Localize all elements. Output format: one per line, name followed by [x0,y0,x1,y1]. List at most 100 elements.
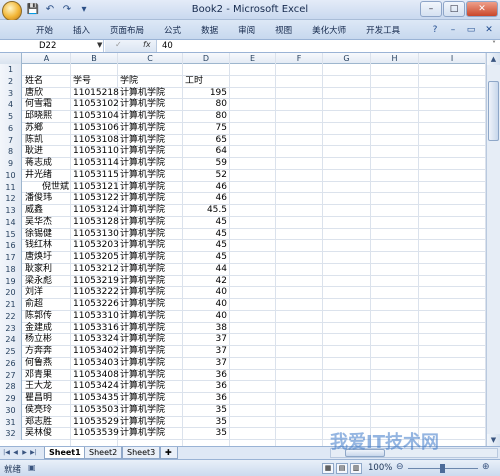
cell-d[interactable]: 45.5 [183,205,229,217]
column-header-a[interactable]: A [23,53,71,64]
cell-b[interactable]: 11053110 [71,146,119,158]
cell-b[interactable]: 11053102 [71,99,119,111]
cell-b[interactable]: 11053106 [71,123,119,135]
cell-a[interactable]: 邱晓熙 [23,111,52,123]
cell-b[interactable]: 11053128 [71,217,119,229]
cell-c[interactable]: 计算机学院 [118,193,165,205]
cell-b[interactable]: 11053122 [71,193,119,205]
cell-d[interactable]: 44 [183,264,229,276]
row-header[interactable]: 19 [0,275,22,288]
row-header[interactable]: 5 [0,111,22,123]
cell-c[interactable]: 计算机学院 [118,158,165,170]
cell-b[interactable] [71,64,73,76]
zoom-out-icon[interactable]: ⊖ [396,462,404,472]
row-header[interactable]: 6 [0,122,22,135]
cell-d[interactable]: 36 [183,370,229,382]
cell-d[interactable]: 40 [183,311,229,323]
row-header[interactable]: 26 [0,357,22,370]
cell-b[interactable]: 11053222 [71,287,119,299]
cell-d[interactable]: 37 [183,358,229,370]
column-header-g[interactable]: G [323,53,371,64]
cell-b[interactable]: 11053205 [71,252,119,264]
cell-b[interactable]: 11053435 [71,393,119,405]
cell-c[interactable] [118,64,120,76]
cell-d[interactable]: 195 [183,88,229,100]
column-header-d[interactable]: D [183,53,230,64]
cell-c[interactable]: 计算机学院 [118,135,165,147]
cell-b[interactable]: 11053203 [71,240,119,252]
cell-d[interactable] [183,64,229,76]
column-header-i[interactable]: I [419,53,486,64]
cell-a[interactable]: 倪世斌 [40,182,69,194]
cell-d[interactable]: 35 [183,405,229,417]
column-header-e[interactable]: E [230,53,276,64]
cell-d[interactable]: 80 [183,99,229,111]
column-header-f[interactable]: F [276,53,323,64]
cell-d[interactable]: 40 [183,287,229,299]
cell-b[interactable]: 11053539 [71,428,119,440]
chevron-down-icon[interactable]: ▼ [97,41,102,49]
minimize-button[interactable]: – [420,1,442,17]
cell-a[interactable]: 吴林俊 [23,428,52,440]
cell-b[interactable]: 11053130 [71,229,119,241]
zoom-level[interactable]: 100% [368,463,392,473]
page-break-view-icon[interactable]: ▥ [350,463,362,474]
cell-d[interactable]: 80 [183,111,229,123]
cell-d[interactable]: 38 [183,323,229,335]
row-header[interactable]: 31 [0,416,22,429]
cell-d[interactable]: 52 [183,170,229,182]
formula-cancel-icon[interactable]: ✓ [115,40,122,49]
page-layout-view-icon[interactable]: ▤ [336,463,348,474]
row-header[interactable]: 24 [0,334,22,346]
row-header[interactable]: 21 [0,299,22,311]
first-sheet-icon[interactable]: |◀ [2,448,11,458]
cell-c[interactable]: 计算机学院 [118,111,165,123]
worksheet-grid[interactable]: ABCDEFGHI 1 2 姓名 学号 学院 工时 3 唐欣 11015218 计算机学院 195 4… [0,53,486,446]
cell-a[interactable]: 耿进 [23,146,43,158]
cell-a[interactable]: 邓青果 [23,370,52,382]
cell-c[interactable]: 学院 [118,76,138,88]
help-icon[interactable]: ? [428,23,442,37]
ribbon-tab-3[interactable]: 页面布局 [100,23,154,39]
cell-a[interactable]: 耿家利 [23,264,52,276]
row-header[interactable]: 29 [0,393,22,405]
cell-d[interactable]: 65 [183,135,229,147]
cell-c[interactable]: 计算机学院 [118,146,165,158]
cell-c[interactable]: 计算机学院 [118,334,165,346]
cell-b[interactable]: 11053503 [71,405,119,417]
cell-c[interactable]: 计算机学院 [118,229,165,241]
cell-d[interactable]: 36 [183,393,229,405]
cell-a[interactable]: 苏鄉 [23,123,43,135]
cell-a[interactable]: 陈郭传 [23,311,52,323]
cell-d[interactable]: 64 [183,146,229,158]
row-header[interactable]: 15 [0,228,22,241]
cell-d[interactable]: 35 [183,428,229,440]
insert-sheet-icon[interactable]: ✚ [160,447,178,459]
ribbon-tab-7[interactable]: 视图 [265,23,302,39]
cell-c[interactable]: 计算机学院 [118,205,165,217]
cell-b[interactable]: 11015218 [71,88,119,100]
ribbon-tab-9[interactable]: 开发工具 [356,23,410,39]
row-header[interactable]: 3 [0,87,22,100]
row-header[interactable]: 9 [0,158,22,170]
workbook-restore-button[interactable]: ▭ [464,23,478,37]
cell-d[interactable]: 75 [183,123,229,135]
cell-a[interactable]: 王大龙 [23,381,52,393]
cell-d[interactable]: 59 [183,158,229,170]
cell-d[interactable]: 45 [183,229,229,241]
cell-d[interactable]: 42 [183,276,229,288]
cell-a[interactable]: 威鑫 [23,205,43,217]
ribbon-tab-5[interactable]: 数据 [191,23,228,39]
close-button[interactable]: ✕ [466,1,498,17]
cell-c[interactable]: 计算机学院 [118,123,165,135]
cell-c[interactable]: 计算机学院 [118,276,165,288]
row-header[interactable]: 1 [0,64,22,76]
cell-a[interactable]: 刘洋 [23,287,43,299]
cell-b[interactable]: 11053219 [71,276,119,288]
row-header[interactable]: 2 [0,75,22,88]
cell-a[interactable]: 井光绪 [23,170,52,182]
cell-d[interactable]: 35 [183,417,229,429]
cell-a[interactable]: 何鲁燕 [23,358,52,370]
vertical-scrollbar[interactable]: ▲ ▼ [486,53,500,446]
cell-d[interactable]: 37 [183,346,229,358]
